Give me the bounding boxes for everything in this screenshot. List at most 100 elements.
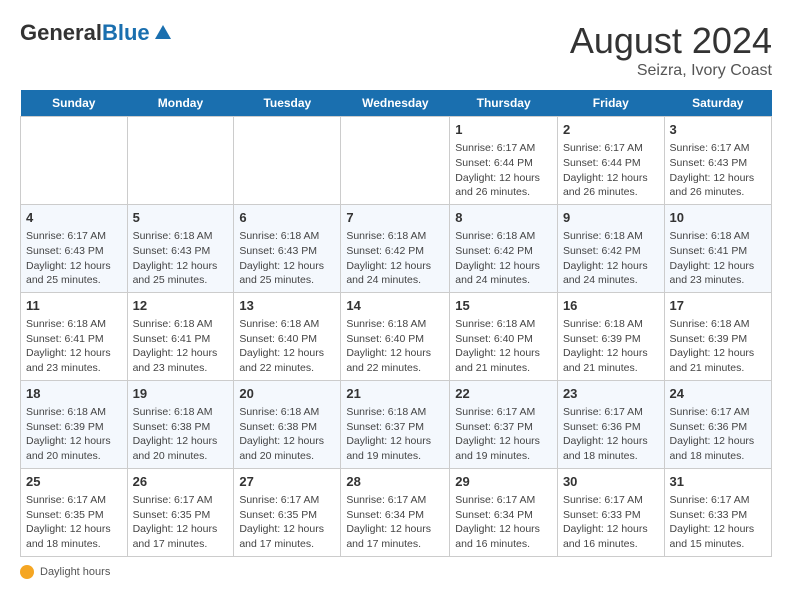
day-number: 1 [455, 121, 552, 139]
col-friday: Friday [557, 90, 664, 117]
day-info: Sunrise: 6:18 AM Sunset: 6:41 PM Dayligh… [133, 317, 229, 376]
calendar-cell: 3 Sunrise: 6:17 AM Sunset: 6:43 PM Daylig… [664, 117, 771, 205]
calendar-cell [127, 117, 234, 205]
calendar-cell: 15Sunrise: 6:18 AM Sunset: 6:40 PM Dayli… [450, 292, 558, 380]
day-number: 2 [563, 121, 659, 139]
day-number: 18 [26, 385, 122, 403]
calendar-cell [21, 117, 128, 205]
calendar-cell: 11 Sunrise: 6:18 AM Sunset: 6:41 PM Dayli… [21, 292, 128, 380]
calendar-cell: 7 Sunrise: 6:18 AM Sunset: 6:42 PM Daylig… [341, 204, 450, 292]
day-header-row: Sunday Monday Tuesday Wednesday Thursday… [21, 90, 772, 117]
day-number: 6 [239, 209, 335, 227]
day-info: Sunrise: 6:17 AM Sunset: 6:43 PM Dayligh… [670, 141, 766, 200]
subtitle: Seizra, Ivory Coast [570, 62, 772, 80]
day-number: 7 [346, 209, 444, 227]
day-info: Sunrise: 6:18 AM Sunset: 6:41 PM Dayligh… [670, 229, 766, 288]
logo: General Blue [20, 20, 173, 46]
day-number: 3 [670, 121, 766, 139]
main-title: August 2024 [570, 20, 772, 62]
calendar-cell: 12 Sunrise: 6:18 AM Sunset: 6:41 PM Dayli… [127, 292, 234, 380]
calendar-cell: 10Sunrise: 6:18 AM Sunset: 6:41 PM Dayli… [664, 204, 771, 292]
week-row-2: 4Sunrise: 6:17 AM Sunset: 6:43 PM Daylig… [21, 204, 772, 292]
day-info: Sunrise: 6:18 AM Sunset: 6:41 PM Dayligh… [26, 317, 122, 376]
calendar-cell: 25 Sunrise: 6:17 AM Sunset: 6:35 PM Dayli… [21, 468, 128, 556]
day-info: Sunrise: 6:18 AM Sunset: 6:42 PM Dayligh… [455, 229, 552, 288]
calendar-cell: 14 Sunrise: 6:18 AM Sunset: 6:40 PM Dayli… [341, 292, 450, 380]
day-info: Sunrise: 6:18 AM Sunset: 6:43 PM Dayligh… [239, 229, 335, 288]
day-info: Sunrise: 6:17 AM Sunset: 6:37 PM Dayligh… [455, 405, 552, 464]
sun-icon [20, 565, 34, 579]
day-number: 4 [26, 209, 122, 227]
calendar-cell [234, 117, 341, 205]
day-info: Sunrise: 6:18 AM Sunset: 6:37 PM Dayligh… [346, 405, 444, 464]
day-number: 5 [133, 209, 229, 227]
day-info: Sunrise: 6:17 AM Sunset: 6:33 PM Dayligh… [563, 493, 659, 552]
day-info: Sunrise: 6:17 AM Sunset: 6:33 PM Dayligh… [670, 493, 766, 552]
page-header: General Blue August 2024 Seizra, Ivory C… [20, 20, 772, 80]
day-info: Sunrise: 6:18 AM Sunset: 6:38 PM Dayligh… [133, 405, 229, 464]
day-number: 9 [563, 209, 659, 227]
calendar-cell: 28 Sunrise: 6:17 AM Sunset: 6:34 PM Dayli… [341, 468, 450, 556]
calendar-cell: 31 Sunrise: 6:17 AM Sunset: 6:33 PM Dayli… [664, 468, 771, 556]
day-info: Sunrise: 6:18 AM Sunset: 6:39 PM Dayligh… [26, 405, 122, 464]
day-number: 19 [133, 385, 229, 403]
day-number: 31 [670, 473, 766, 491]
calendar-cell: 13Sunrise: 6:18 AM Sunset: 6:40 PM Dayli… [234, 292, 341, 380]
day-number: 17 [670, 297, 766, 315]
calendar-cell: 23Sunrise: 6:17 AM Sunset: 6:36 PM Dayli… [557, 380, 664, 468]
day-number: 27 [239, 473, 335, 491]
day-info: Sunrise: 6:17 AM Sunset: 6:34 PM Dayligh… [455, 493, 552, 552]
calendar-cell: 30 Sunrise: 6:17 AM Sunset: 6:33 PM Dayli… [557, 468, 664, 556]
day-number: 20 [239, 385, 335, 403]
calendar-cell: 8 Sunrise: 6:18 AM Sunset: 6:42 PM Daylig… [450, 204, 558, 292]
day-info: Sunrise: 6:17 AM Sunset: 6:34 PM Dayligh… [346, 493, 444, 552]
day-info: Sunrise: 6:17 AM Sunset: 6:35 PM Dayligh… [133, 493, 229, 552]
calendar-cell: 21Sunrise: 6:18 AM Sunset: 6:37 PM Dayli… [341, 380, 450, 468]
day-info: Sunrise: 6:17 AM Sunset: 6:36 PM Dayligh… [670, 405, 766, 464]
col-wednesday: Wednesday [341, 90, 450, 117]
week-row-5: 25 Sunrise: 6:17 AM Sunset: 6:35 PM Dayli… [21, 468, 772, 556]
calendar-cell: 17 Sunrise: 6:18 AM Sunset: 6:39 PM Dayli… [664, 292, 771, 380]
day-info: Sunrise: 6:17 AM Sunset: 6:44 PM Dayligh… [455, 141, 552, 200]
week-row-1: 1 Sunrise: 6:17 AM Sunset: 6:44 PM Daylig… [21, 117, 772, 205]
calendar-cell: 27 Sunrise: 6:17 AM Sunset: 6:35 PM Dayli… [234, 468, 341, 556]
daylight-label: Daylight hours [40, 566, 110, 578]
day-info: Sunrise: 6:18 AM Sunset: 6:39 PM Dayligh… [670, 317, 766, 376]
calendar-cell: 4Sunrise: 6:17 AM Sunset: 6:43 PM Daylig… [21, 204, 128, 292]
day-info: Sunrise: 6:17 AM Sunset: 6:35 PM Dayligh… [26, 493, 122, 552]
day-info: Sunrise: 6:18 AM Sunset: 6:43 PM Dayligh… [133, 229, 229, 288]
day-info: Sunrise: 6:17 AM Sunset: 6:44 PM Dayligh… [563, 141, 659, 200]
day-info: Sunrise: 6:18 AM Sunset: 6:42 PM Dayligh… [346, 229, 444, 288]
day-number: 28 [346, 473, 444, 491]
day-info: Sunrise: 6:18 AM Sunset: 6:42 PM Dayligh… [563, 229, 659, 288]
col-thursday: Thursday [450, 90, 558, 117]
logo-icon [153, 23, 173, 43]
calendar-cell: 29 Sunrise: 6:17 AM Sunset: 6:34 PM Dayli… [450, 468, 558, 556]
day-info: Sunrise: 6:18 AM Sunset: 6:39 PM Dayligh… [563, 317, 659, 376]
day-number: 22 [455, 385, 552, 403]
week-row-4: 18 Sunrise: 6:18 AM Sunset: 6:39 PM Dayli… [21, 380, 772, 468]
day-number: 8 [455, 209, 552, 227]
week-row-3: 11 Sunrise: 6:18 AM Sunset: 6:41 PM Dayli… [21, 292, 772, 380]
day-number: 15 [455, 297, 552, 315]
day-number: 30 [563, 473, 659, 491]
calendar-cell: 26Sunrise: 6:17 AM Sunset: 6:35 PM Dayli… [127, 468, 234, 556]
day-number: 12 [133, 297, 229, 315]
day-info: Sunrise: 6:17 AM Sunset: 6:35 PM Dayligh… [239, 493, 335, 552]
col-monday: Monday [127, 90, 234, 117]
col-saturday: Saturday [664, 90, 771, 117]
day-number: 11 [26, 297, 122, 315]
calendar-cell: 2 Sunrise: 6:17 AM Sunset: 6:44 PM Daylig… [557, 117, 664, 205]
logo-blue-text: Blue [102, 20, 150, 46]
title-section: August 2024 Seizra, Ivory Coast [570, 20, 772, 80]
day-number: 14 [346, 297, 444, 315]
day-number: 13 [239, 297, 335, 315]
calendar-cell: 9 Sunrise: 6:18 AM Sunset: 6:42 PM Daylig… [557, 204, 664, 292]
day-number: 24 [670, 385, 766, 403]
calendar-table: Sunday Monday Tuesday Wednesday Thursday… [20, 90, 772, 557]
day-number: 25 [26, 473, 122, 491]
day-info: Sunrise: 6:18 AM Sunset: 6:40 PM Dayligh… [346, 317, 444, 376]
calendar-cell: 20Sunrise: 6:18 AM Sunset: 6:38 PM Dayli… [234, 380, 341, 468]
calendar-cell: 6 Sunrise: 6:18 AM Sunset: 6:43 PM Daylig… [234, 204, 341, 292]
day-number: 29 [455, 473, 552, 491]
